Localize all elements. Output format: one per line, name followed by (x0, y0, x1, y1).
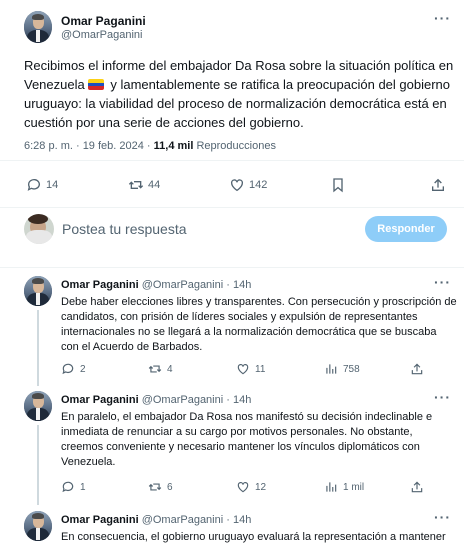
repost-count: 4 (167, 363, 173, 375)
bookmark-icon (330, 177, 346, 193)
views-icon (324, 362, 338, 376)
share-icon (430, 177, 446, 193)
repost-action[interactable]: 6 (148, 480, 173, 494)
views-count: 1 mil (343, 481, 365, 493)
repost-action[interactable]: 4 (148, 362, 173, 376)
repost-icon (148, 362, 162, 376)
tweet-meta: 6:28 p. m. · 19 feb. 2024 · 11,4 mil Rep… (24, 140, 276, 152)
reply-author-name[interactable]: Omar Paganini (61, 279, 139, 291)
reply-meta[interactable]: @OmarPaganini · 14h (142, 394, 252, 406)
views-action[interactable]: 758 (324, 362, 360, 376)
thread-reply[interactable]: Omar Paganini @OmarPaganini · 14h ··· De… (0, 274, 464, 386)
like-icon (236, 362, 250, 376)
reply-meta[interactable]: @OmarPaganini · 14h (142, 514, 252, 526)
share-action[interactable] (410, 362, 424, 376)
reply-header: Omar Paganini @OmarPaganini · 14h (61, 514, 251, 526)
reply-input[interactable]: Postea tu respuesta (62, 221, 187, 237)
thread-connector (37, 425, 39, 505)
author-avatar[interactable] (24, 511, 52, 541)
venezuela-flag-icon (87, 79, 104, 90)
reply-header: Omar Paganini @OmarPaganini · 14h (61, 279, 251, 291)
tweet-actions: 14 44 142 (0, 160, 464, 208)
reply-text: Debe haber elecciones libres y transpare… (61, 296, 457, 353)
thread-reply[interactable]: Omar Paganini @OmarPaganini · 14h ··· En… (0, 511, 464, 547)
repost-action[interactable]: 44 (128, 177, 160, 193)
thread-reply[interactable]: Omar Paganini @OmarPaganini · 14h ··· En… (0, 389, 464, 505)
like-icon (236, 480, 250, 494)
like-action[interactable]: 142 (229, 177, 267, 193)
reply-action[interactable]: 14 (26, 177, 58, 193)
reply-icon (61, 362, 75, 376)
reply-action[interactable]: 2 (61, 362, 86, 376)
repost-icon (148, 480, 162, 494)
reply-text: En consecuencia, el gobierno uruguayo ev… (61, 531, 446, 543)
views-icon (324, 480, 338, 494)
reply-meta[interactable]: @OmarPaganini · 14h (142, 279, 252, 291)
like-count: 11 (255, 363, 266, 375)
thread-connector (37, 310, 39, 386)
reply-header: Omar Paganini @OmarPaganini · 14h (61, 394, 251, 406)
current-user-avatar (24, 214, 54, 244)
reply-count: 2 (80, 363, 86, 375)
views-count: 11,4 mil (153, 140, 194, 152)
like-count: 142 (249, 179, 268, 191)
author-handle[interactable]: @OmarPaganini (61, 29, 142, 41)
author-avatar[interactable] (24, 11, 52, 43)
reply-count: 14 (46, 179, 59, 191)
share-icon (410, 480, 424, 494)
like-count: 12 (255, 481, 267, 493)
reply-author-name[interactable]: Omar Paganini (61, 514, 139, 526)
views-action[interactable]: 1 mil (324, 480, 364, 494)
tweet-timestamp[interactable]: 6:28 p. m. · 19 feb. 2024 · (24, 140, 154, 152)
share-icon (410, 362, 424, 376)
reply-button[interactable]: Responder (365, 216, 447, 242)
views-label: Reproducciones (193, 140, 276, 152)
views-count: 758 (343, 363, 360, 375)
like-action[interactable]: 12 (236, 480, 266, 494)
tweet-text: Recibimos el informe del embajador Da Ro… (24, 56, 454, 132)
repost-count: 6 (167, 481, 173, 493)
bookmark-action[interactable] (330, 177, 346, 193)
repost-icon (128, 177, 144, 193)
more-icon[interactable]: ··· (434, 274, 451, 290)
share-action[interactable] (430, 177, 446, 193)
like-action[interactable]: 11 (236, 362, 265, 376)
reply-icon (26, 177, 42, 193)
reply-author-name[interactable]: Omar Paganini (61, 394, 139, 406)
reply-count: 1 (80, 481, 86, 493)
more-icon[interactable]: ··· (434, 389, 451, 405)
like-icon (229, 177, 245, 193)
reply-text: En paralelo, el embajador Da Rosa nos ma… (61, 411, 433, 468)
more-icon[interactable]: ··· (434, 511, 451, 525)
reply-action[interactable]: 1 (61, 480, 86, 494)
author-avatar[interactable] (24, 276, 52, 306)
reply-icon (61, 480, 75, 494)
more-icon[interactable]: ··· (434, 10, 451, 26)
share-action[interactable] (410, 480, 424, 494)
author-name[interactable]: Omar Paganini (61, 14, 146, 28)
author-avatar[interactable] (24, 391, 52, 421)
repost-count: 44 (148, 179, 161, 191)
